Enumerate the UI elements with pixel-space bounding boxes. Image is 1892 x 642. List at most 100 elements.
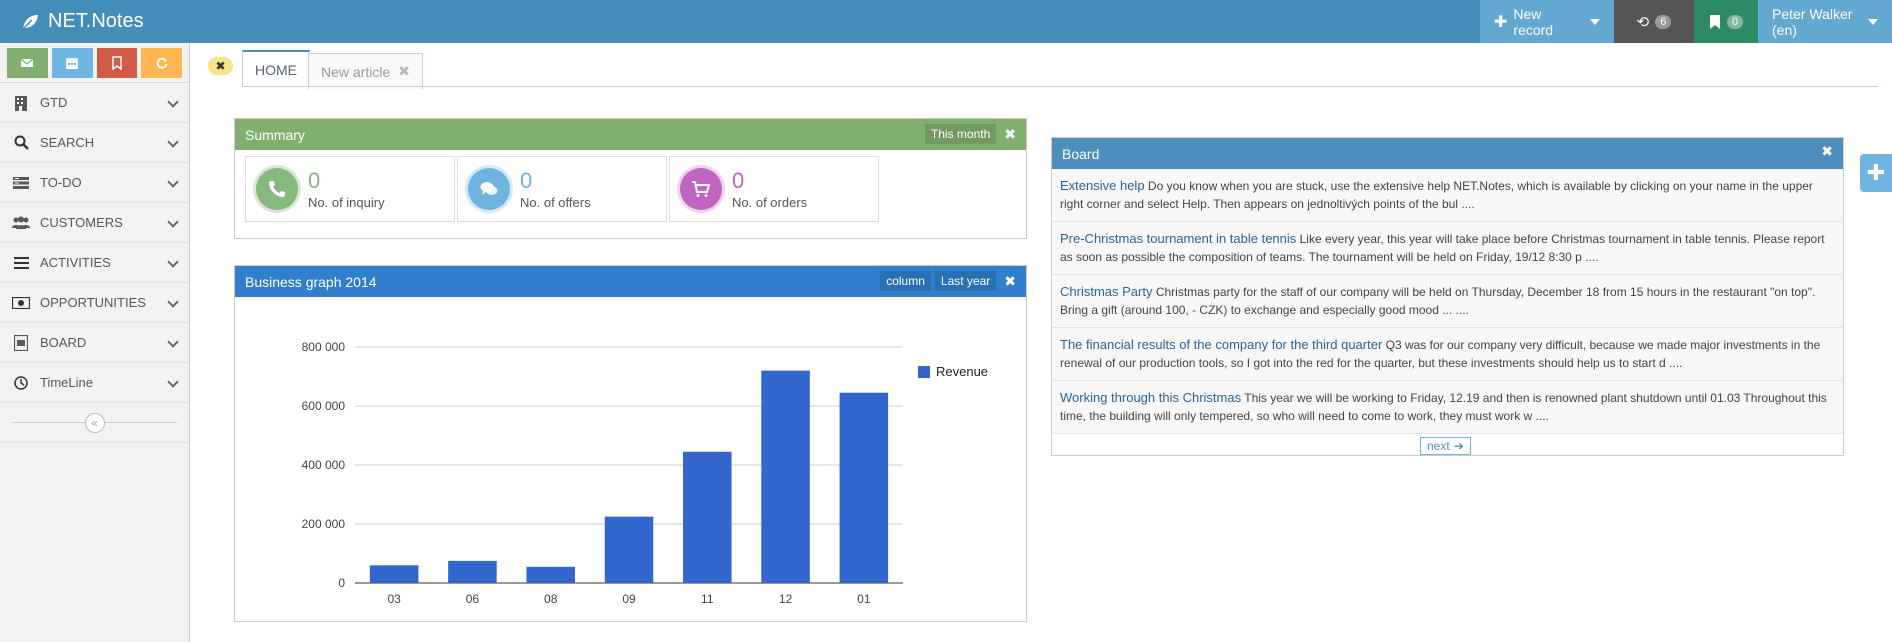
plus-icon: ✚	[1866, 160, 1886, 185]
stat-value: 0	[308, 167, 321, 193]
stat-label: No. of orders	[732, 194, 808, 210]
stat-value: 0	[732, 167, 745, 193]
users-icon	[12, 214, 30, 232]
chevron-down-icon	[167, 176, 179, 188]
close-widget-icon[interactable]: ✖	[1821, 143, 1833, 160]
bookmarks-button[interactable]: 0	[1694, 0, 1758, 43]
collapse-sidebar-button[interactable]: «	[84, 412, 105, 433]
chevron-down-icon	[167, 336, 179, 348]
bookmark-shortcut-button[interactable]	[96, 48, 138, 78]
bar	[448, 560, 497, 583]
board-title: Board	[1062, 145, 1100, 162]
board-item-link[interactable]: Extensive help	[1060, 178, 1145, 193]
sidebar-item-gtd[interactable]: GTD	[0, 83, 189, 123]
tab-label: New article	[321, 63, 391, 80]
graph-title: Business graph 2014	[245, 273, 377, 290]
chart-period-button[interactable]: Last year	[934, 271, 997, 291]
history-badge: 6	[1655, 14, 1672, 29]
board-widget: Board ✖ Extensive help Do you know when …	[1051, 137, 1844, 456]
sidebar-item-label: TimeLine	[40, 375, 93, 390]
calendar-icon	[66, 58, 79, 69]
user-name: Peter Walker (en)	[1772, 5, 1853, 38]
comments-icon	[468, 168, 510, 210]
calendar-shortcut-button[interactable]	[51, 48, 93, 78]
user-menu[interactable]: Peter Walker (en)	[1758, 0, 1892, 43]
sidebar-item-customers[interactable]: CUSTOMERS	[0, 203, 189, 243]
stat-label: No. of offers	[520, 194, 591, 210]
business-graph-widget: Business graph 2014 column Last year ✖ 0…	[234, 265, 1027, 622]
chevron-down-icon	[167, 376, 179, 388]
stat-inquiry[interactable]: 0 No. of inquiry	[245, 156, 455, 222]
chevron-down-icon	[167, 96, 179, 108]
side-add-button[interactable]: ✚	[1860, 154, 1892, 192]
summary-period-button[interactable]: This month	[924, 124, 997, 144]
list-icon	[12, 174, 30, 192]
x-tick-label: 06	[466, 592, 480, 606]
graph-header: Business graph 2014 column Last year ✖	[235, 266, 1026, 297]
clock-icon	[12, 374, 30, 392]
chevron-down-icon	[167, 256, 179, 268]
bars-icon	[12, 254, 30, 272]
board-item: Extensive help Do you know when you are …	[1052, 169, 1843, 222]
legend-swatch	[918, 366, 930, 378]
sidebar-item-timeline[interactable]: TimeLine	[0, 363, 189, 403]
tab-bar: ✖ HOME New article ✖	[208, 50, 608, 89]
board-item-link[interactable]: Working through this Christmas	[1060, 390, 1241, 405]
chart-type-button[interactable]: column	[880, 271, 931, 291]
board-header: Board ✖	[1052, 138, 1843, 169]
refresh-shortcut-button[interactable]	[141, 48, 182, 78]
close-tab-icon[interactable]: ✖	[398, 63, 410, 80]
stat-value: 0	[520, 167, 533, 193]
tab-divider	[242, 86, 1878, 87]
chevron-down-icon	[167, 296, 179, 308]
revenue-chart: 0 200 000 400 000 600 000 800 000 03 06 08 09 11 1…	[302, 340, 988, 606]
sidebar-item-search[interactable]: SEARCH	[0, 123, 189, 163]
sidebar-item-label: TO-DO	[40, 175, 82, 190]
sidebar-item-board[interactable]: BOARD	[0, 323, 189, 363]
sidebar-item-todo[interactable]: TO-DO	[0, 163, 189, 203]
board-item-link[interactable]: The financial results of the company for…	[1060, 337, 1382, 352]
x-tick-label: 01	[857, 592, 871, 606]
bar	[369, 565, 419, 583]
bookmark-icon	[112, 56, 122, 70]
y-tick-label: 600 000	[302, 399, 346, 413]
new-record-button[interactable]: ✚ New record	[1480, 0, 1614, 43]
leaf-icon	[22, 14, 38, 30]
x-tick-label: 09	[622, 592, 636, 606]
board-item: The financial results of the company for…	[1052, 328, 1843, 381]
bookmark-icon	[1709, 14, 1720, 29]
board-item-text: Do you know when you are stuck, use the …	[1060, 179, 1813, 211]
search-icon	[12, 134, 30, 152]
board-icon	[12, 334, 30, 352]
mail-shortcut-button[interactable]	[7, 48, 48, 78]
phone-icon	[256, 168, 298, 210]
summary-widget: Summary This month ✖ 0 No. of inquiry 0 …	[234, 118, 1027, 239]
history-button[interactable]: ⟲ 6	[1614, 0, 1694, 43]
close-widget-icon[interactable]: ✖	[1004, 126, 1016, 143]
sidebar-item-label: OPPORTUNITIES	[40, 295, 146, 310]
sidebar: GTD SEARCH TO-DO CUSTOMERS ACTIVITIES OP…	[0, 43, 190, 642]
x-tick-label: 12	[779, 592, 793, 606]
sidebar-item-label: CUSTOMERS	[40, 215, 123, 230]
envelope-icon	[20, 58, 34, 67]
bar	[761, 370, 810, 583]
chevron-down-icon	[167, 136, 179, 148]
board-item-link[interactable]: Christmas Party	[1060, 284, 1152, 299]
y-tick-label: 200 000	[302, 517, 346, 531]
board-item-link[interactable]: Pre-Christmas tournament in table tennis	[1060, 231, 1296, 246]
caret-down-icon	[1590, 18, 1600, 25]
close-all-tabs-button[interactable]: ✖	[208, 57, 233, 75]
stat-offers[interactable]: 0 No. of offers	[457, 156, 667, 222]
sidebar-item-opportunities[interactable]: OPPORTUNITIES	[0, 283, 189, 323]
arrow-right-icon: ➔	[1453, 439, 1464, 453]
tab-home[interactable]: HOME	[242, 50, 310, 87]
close-widget-icon[interactable]: ✖	[1004, 273, 1016, 290]
tab-new-article[interactable]: New article ✖	[308, 53, 423, 89]
board-next-button[interactable]: next ➔	[1420, 437, 1471, 455]
bar	[683, 451, 732, 583]
brand[interactable]: NET.Notes	[20, 0, 144, 43]
stat-orders[interactable]: 0 No. of orders	[669, 156, 879, 222]
plus-icon: ✚	[1494, 13, 1508, 31]
board-item-text: Christmas party for the staff of our com…	[1060, 285, 1816, 317]
sidebar-item-activities[interactable]: ACTIVITIES	[0, 243, 189, 283]
